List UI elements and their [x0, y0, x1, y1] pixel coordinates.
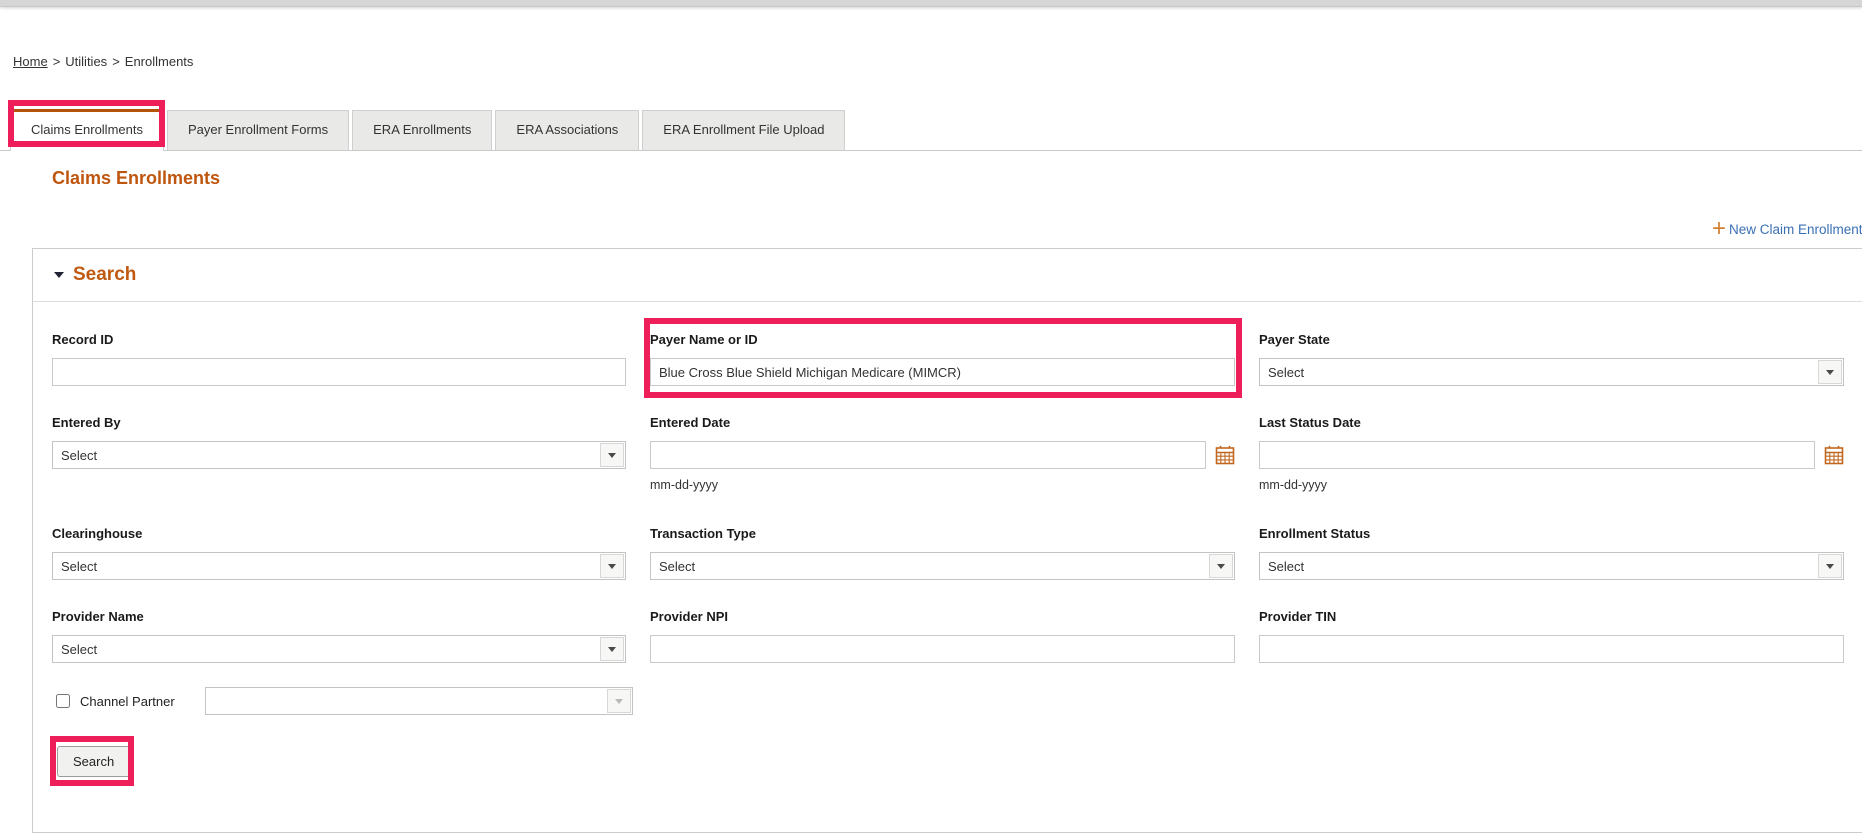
enrollment-status-label: Enrollment Status: [1259, 526, 1371, 541]
entered-date-format-hint: mm-dd-yyyy: [650, 478, 719, 492]
record-id-field: Record ID: [52, 332, 626, 386]
breadcrumb-separator: >: [112, 54, 120, 69]
tab-claims-enrollments[interactable]: Claims Enrollments: [10, 109, 164, 151]
clearinghouse-field: Clearinghouse Select: [52, 526, 626, 580]
breadcrumb-utilities: Utilities: [65, 54, 108, 69]
record-id-label: Record ID: [52, 332, 114, 347]
chevron-down-icon: [608, 646, 616, 652]
entered-date-input[interactable]: [650, 441, 1206, 469]
payer-name-or-id-label: Payer Name or ID: [650, 332, 758, 347]
provider-npi-field: Provider NPI: [650, 609, 1235, 663]
entered-date-label: Entered Date: [650, 415, 731, 430]
entered-by-selected-value: Select: [61, 447, 98, 463]
collapse-caret-icon: [54, 272, 64, 278]
search-panel-title: Search: [73, 264, 137, 285]
tab-bar: Claims Enrollments Payer Enrollment Form…: [0, 109, 1862, 151]
clearinghouse-dropdown-button[interactable]: [600, 554, 624, 578]
chevron-down-icon: [614, 698, 623, 704]
page-title: Claims Enrollments: [52, 168, 221, 188]
chevron-down-icon: [608, 563, 616, 569]
channel-partner-label: Channel Partner: [80, 693, 175, 709]
enrollment-status-select[interactable]: Select: [1259, 552, 1844, 580]
search-button[interactable]: Search: [57, 746, 131, 777]
transaction-type-dropdown-button[interactable]: [1209, 554, 1233, 578]
payer-state-select[interactable]: Select: [1259, 358, 1844, 386]
payer-state-dropdown-button[interactable]: [1818, 360, 1842, 384]
browser-chrome-strip: [0, 0, 1862, 7]
clearinghouse-select[interactable]: Select: [52, 552, 626, 580]
search-panel-header[interactable]: Search: [33, 249, 1862, 302]
entered-by-field: Entered By Select: [52, 415, 626, 492]
new-claim-enrollment-label: New Claim Enrollment: [1729, 221, 1862, 237]
payer-name-or-id-field: Payer Name or ID: [650, 332, 1235, 386]
clearinghouse-label: Clearinghouse: [52, 526, 143, 541]
enrollment-status-field: Enrollment Status Select: [1259, 526, 1844, 580]
chevron-down-icon: [1826, 563, 1834, 569]
record-id-input[interactable]: [52, 358, 626, 386]
payer-name-or-id-input[interactable]: [650, 358, 1235, 386]
entered-by-dropdown-button[interactable]: [600, 443, 624, 467]
tab-era-enrollments[interactable]: ERA Enrollments: [352, 110, 493, 150]
calendar-icon[interactable]: [1824, 445, 1844, 465]
transaction-type-field: Transaction Type Select: [650, 526, 1235, 580]
transaction-type-selected-value: Select: [659, 558, 696, 574]
plus-icon: +: [1712, 215, 1727, 242]
provider-npi-input[interactable]: [650, 635, 1235, 663]
tab-era-enrollment-file-upload[interactable]: ERA Enrollment File Upload: [642, 110, 846, 150]
provider-name-selected-value: Select: [61, 641, 98, 657]
provider-npi-label: Provider NPI: [650, 609, 729, 624]
tab-payer-enrollment-forms[interactable]: Payer Enrollment Forms: [166, 110, 350, 150]
chevron-down-icon: [608, 452, 616, 458]
channel-partner-row: Channel Partner: [52, 687, 1862, 715]
enrollment-status-selected-value: Select: [1268, 558, 1305, 574]
entered-date-field: Entered Date mm-dd-yyyy: [650, 415, 1235, 492]
calendar-icon[interactable]: [1215, 445, 1235, 465]
tab-era-associations[interactable]: ERA Associations: [495, 110, 640, 150]
last-status-date-input[interactable]: [1259, 441, 1815, 469]
channel-partner-checkbox[interactable]: [56, 694, 70, 708]
new-claim-enrollment-link[interactable]: + New Claim Enrollment: [1712, 215, 1862, 242]
payer-state-selected-value: Select: [1268, 364, 1305, 380]
breadcrumb-enrollments: Enrollments: [124, 54, 194, 69]
last-status-date-label: Last Status Date: [1259, 415, 1361, 430]
provider-tin-field: Provider TIN: [1259, 609, 1844, 663]
payer-state-label: Payer State: [1259, 332, 1330, 347]
entered-by-label: Entered By: [52, 415, 121, 430]
last-status-date-format-hint: mm-dd-yyyy: [1259, 478, 1328, 492]
channel-partner-select[interactable]: [204, 687, 633, 715]
transaction-type-select[interactable]: Select: [650, 552, 1235, 580]
channel-partner-dropdown-button[interactable]: [606, 689, 631, 713]
payer-state-field: Payer State Select: [1259, 332, 1844, 386]
search-panel: Search Record ID Payer Name or ID Payer …: [32, 248, 1862, 833]
clearinghouse-selected-value: Select: [61, 558, 98, 574]
entered-by-select[interactable]: Select: [52, 441, 626, 469]
breadcrumb-home-link[interactable]: Home: [13, 54, 48, 69]
chevron-down-icon: [1217, 563, 1225, 569]
enrollment-status-dropdown-button[interactable]: [1818, 554, 1842, 578]
breadcrumb-separator: >: [52, 54, 61, 69]
provider-name-dropdown-button[interactable]: [600, 637, 624, 661]
transaction-type-label: Transaction Type: [650, 526, 756, 541]
provider-tin-label: Provider TIN: [1259, 609, 1337, 624]
search-form: Record ID Payer Name or ID Payer State S…: [33, 302, 1862, 777]
breadcrumb: Home > Utilities > Enrollments: [13, 54, 193, 69]
provider-tin-input[interactable]: [1259, 635, 1844, 663]
last-status-date-field: Last Status Date mm-dd-yyyy: [1259, 415, 1844, 492]
provider-name-label: Provider Name: [52, 609, 144, 624]
provider-name-field: Provider Name Select: [52, 609, 626, 663]
chevron-down-icon: [1826, 369, 1834, 375]
provider-name-select[interactable]: Select: [52, 635, 626, 663]
